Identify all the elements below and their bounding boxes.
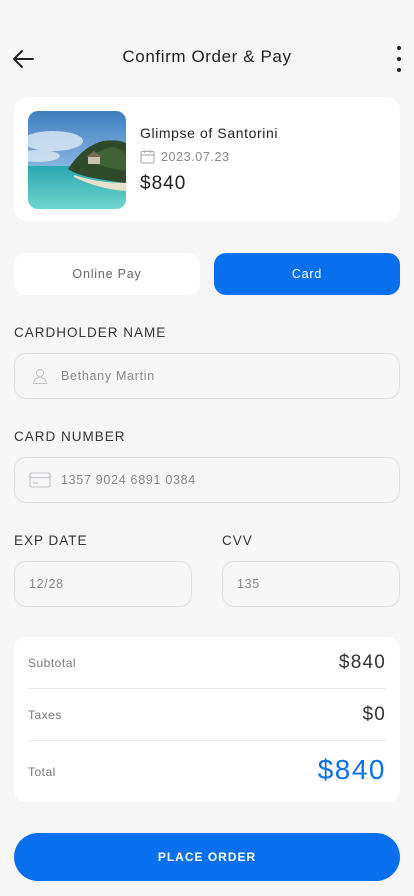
cardholder-name-value: Bethany Martin	[61, 369, 155, 383]
summary-divider	[28, 688, 386, 689]
product-card: Glimpse of Santorini 2023.07.23 $840	[14, 97, 400, 222]
place-order-button[interactable]: PLACE ORDER	[14, 833, 400, 881]
taxes-value: $0	[362, 704, 386, 725]
cvv-field[interactable]: 135	[222, 561, 400, 607]
page-title: Confirm Order & Pay	[122, 47, 292, 66]
more-vertical-icon	[397, 46, 401, 50]
total-value: $840	[317, 754, 386, 785]
cardholder-name-field[interactable]: Bethany Martin	[14, 353, 400, 399]
tab-card[interactable]: Card	[214, 253, 400, 295]
total-label: Total	[28, 765, 56, 779]
exp-date-field[interactable]: 12/28	[14, 561, 192, 607]
product-date: 2023.07.23	[161, 149, 230, 164]
exp-date-value: 12/28	[29, 577, 64, 591]
user-icon	[32, 368, 48, 385]
taxes-label: Taxes	[28, 708, 62, 722]
card-number-value: 1357 9024 6891 0384	[61, 473, 196, 487]
card-number-field[interactable]: 1357 9024 6891 0384	[14, 457, 400, 503]
more-options-button[interactable]	[392, 46, 406, 72]
subtotal-label: Subtotal	[28, 656, 77, 670]
calendar-icon	[140, 150, 155, 164]
product-name: Glimpse of Santorini	[140, 125, 279, 141]
subtotal-value: $840	[338, 652, 386, 673]
credit-card-icon	[29, 472, 51, 488]
cvv-value: 135	[237, 577, 260, 591]
product-date-row: 2023.07.23	[140, 149, 230, 164]
product-price: $840	[140, 173, 187, 194]
cardholder-label: CARDHOLDER NAME	[14, 325, 167, 340]
card-number-label: CARD NUMBER	[14, 429, 126, 444]
product-image	[28, 111, 126, 209]
cvv-label: CVV	[222, 533, 253, 548]
exp-date-label: EXP DATE	[14, 533, 88, 548]
summary-divider	[28, 740, 386, 741]
order-summary-card: Subtotal $840 Taxes $0 Total $840	[14, 637, 400, 802]
tab-online-pay[interactable]: Online Pay	[14, 253, 200, 295]
